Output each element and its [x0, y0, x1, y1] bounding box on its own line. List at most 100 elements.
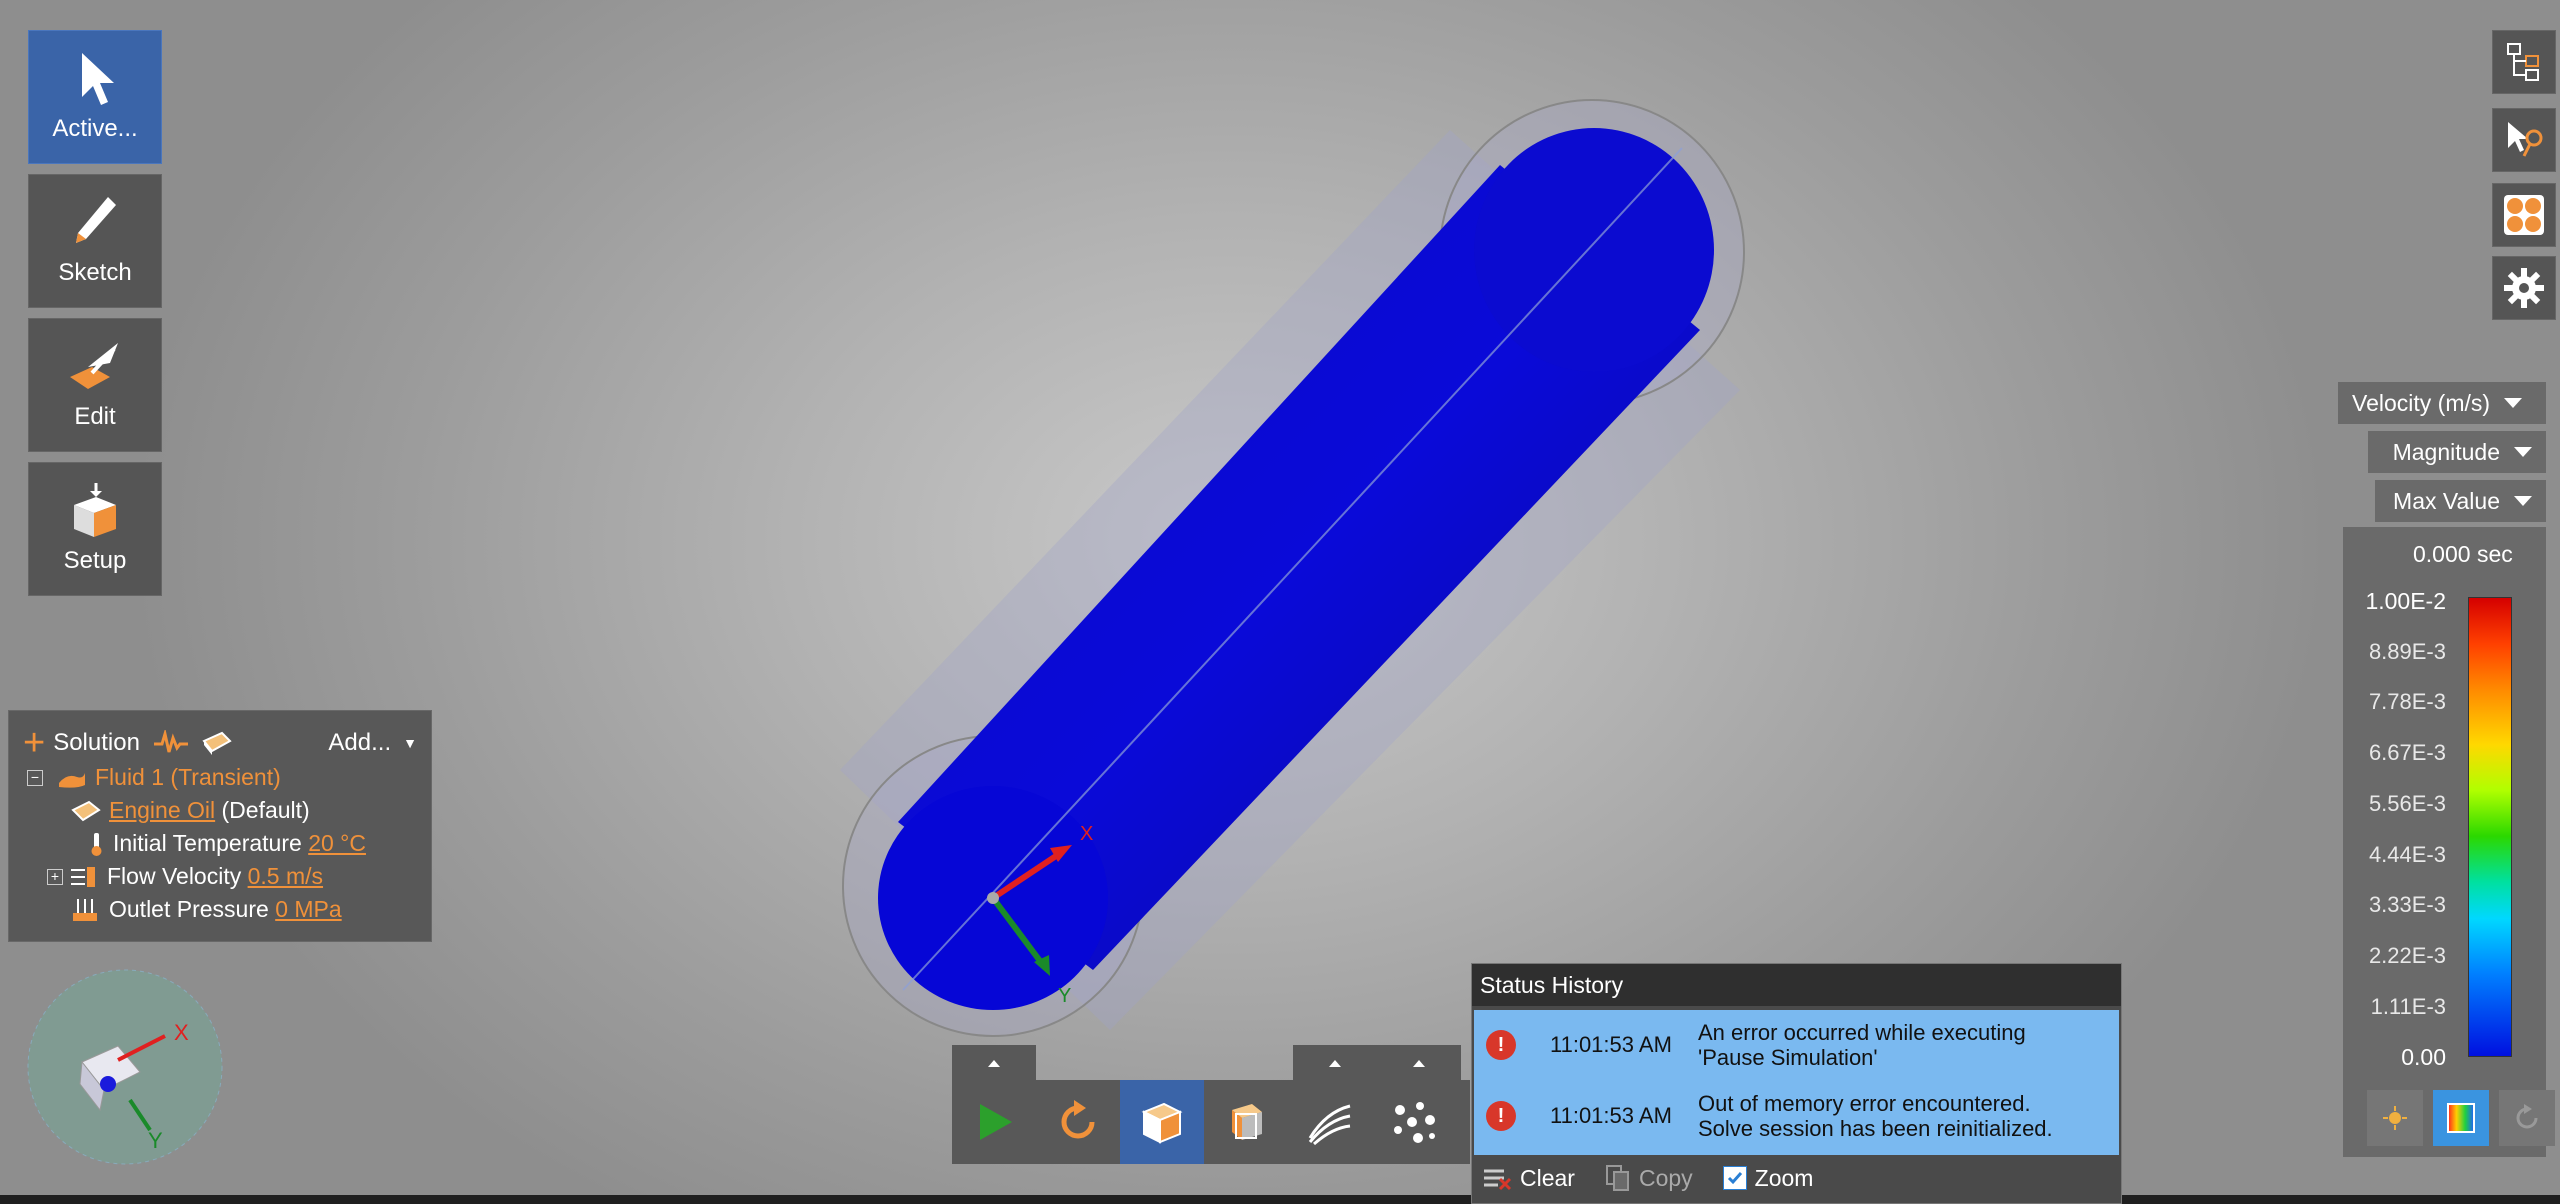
expand-icon[interactable]: + — [47, 868, 63, 885]
chevron-down-icon — [2514, 496, 2532, 506]
tree-material[interactable]: Engine Oil (Default) — [71, 794, 417, 827]
material-link[interactable]: Engine Oil — [109, 797, 215, 824]
status-actions: Clear Copy Zoom — [1482, 1164, 1843, 1192]
legend-tick-label: 3.33E-3 — [2368, 892, 2446, 918]
legend-tick-label: 2.22E-3 — [2368, 942, 2446, 968]
outlet-pressure-value[interactable]: 0 MPa — [275, 896, 341, 923]
chevron-up-icon — [1413, 1059, 1425, 1067]
tool-active-select[interactable]: Active... — [28, 30, 162, 164]
copy-button[interactable]: Copy — [1605, 1164, 1693, 1192]
chevron-down-icon — [2504, 398, 2523, 408]
zoom-label: Zoom — [1754, 1164, 1814, 1191]
legend-tick-label: 0.00 — [2401, 1044, 2446, 1071]
settings-button[interactable] — [2492, 256, 2556, 320]
streamlines-icon — [1308, 1104, 1351, 1146]
component-label: Magnitude — [2392, 438, 2500, 465]
select-pointer-button[interactable] — [2492, 108, 2556, 172]
clear-label: Clear — [1520, 1164, 1575, 1191]
tool-edit-label: Edit — [74, 403, 116, 430]
origin-y-label: Y — [1058, 985, 1071, 1007]
reset-legend-button[interactable] — [2499, 1090, 2555, 1146]
color-scale-button[interactable] — [2433, 1090, 2489, 1146]
range-mode-dropdown[interactable]: Max Value — [2375, 480, 2546, 522]
legend-tick-label: 5.56E-3 — [2368, 790, 2446, 816]
zoom-check-icon — [1722, 1166, 1747, 1190]
toolbar-expand-tab-3[interactable] — [1377, 1045, 1461, 1081]
pipe-model[interactable]: X Y X Y — [0, 0, 2560, 1195]
toolbar-expand-tab-2[interactable] — [1293, 1045, 1377, 1081]
tree-flow-velocity[interactable]: + Flow Velocity 0.5 m/s — [47, 860, 417, 893]
pencil-icon — [76, 197, 116, 243]
structure-tree-icon — [2507, 43, 2539, 81]
material-icon — [71, 800, 101, 821]
solution-tree-panel: + Solution Add... ▼ − Fluid 1 (Transient)… — [8, 710, 432, 942]
structure-tree-button[interactable] — [2492, 30, 2556, 94]
tool-sketch[interactable]: Sketch — [28, 174, 162, 308]
reset-icon — [2516, 1104, 2538, 1129]
add-dropdown[interactable]: Add... ▼ — [328, 729, 417, 757]
legend-tick-label: 1.00E-2 — [2365, 588, 2446, 614]
pipe-end-cap — [1474, 128, 1714, 372]
status-message-line2: Solve session has been reinitialized. — [1698, 1116, 2053, 1141]
tree-initial-temperature[interactable]: Initial Temperature 20 °C — [87, 827, 417, 860]
status-history-panel: Status History ! 11:01:53 AM An error oc… — [1471, 963, 2122, 1204]
view-cube[interactable] — [27, 969, 223, 1165]
tree-outlet-pressure[interactable]: Outlet Pressure 0 MPa — [71, 893, 417, 926]
particles-button[interactable] — [1372, 1080, 1456, 1164]
legend-tick-label: 7.78E-3 — [2368, 689, 2446, 715]
streamlines-button[interactable] — [1288, 1080, 1372, 1164]
legend-time: 0.000 sec — [2413, 541, 2513, 567]
status-time: 11:01:53 AM — [1550, 1103, 1672, 1128]
status-entry[interactable]: ! 11:01:53 AM Out of memory error encoun… — [1474, 1081, 2119, 1151]
material-icon[interactable] — [200, 729, 234, 757]
solution-title: Solution — [53, 729, 140, 756]
status-history-title: Status History — [1472, 964, 2121, 1006]
legend-tick-label: 8.89E-3 — [2368, 638, 2446, 664]
clear-button[interactable]: Clear — [1482, 1165, 1575, 1192]
flow-velocity-icon — [71, 866, 95, 887]
solid-view-button[interactable] — [1120, 1080, 1204, 1164]
flow-velocity-value[interactable]: 0.5 m/s — [248, 863, 323, 890]
add-solution-icon[interactable]: + — [23, 724, 45, 762]
toolbar-expand-tab-1[interactable] — [952, 1045, 1036, 1081]
reset-simulation-button[interactable] — [1036, 1080, 1120, 1164]
initial-temperature-label: Initial Temperature — [113, 830, 302, 856]
bottom-strip — [0, 1195, 2560, 1204]
chevron-up-icon — [988, 1059, 1000, 1067]
fluid-label: Fluid 1 (Transient) — [95, 764, 281, 790]
display-quad-button[interactable] — [2492, 183, 2556, 247]
initial-temperature-value[interactable]: 20 °C — [308, 830, 366, 857]
tree-fluid[interactable]: − Fluid 1 (Transient) — [27, 761, 417, 794]
play-button[interactable] — [952, 1080, 1036, 1164]
status-message: Out of memory error encountered. Solve se… — [1698, 1091, 2053, 1141]
variable-dropdown[interactable]: Velocity (m/s) — [2338, 382, 2546, 424]
chevron-up-icon — [1329, 1059, 1341, 1067]
status-time: 11:01:53 AM — [1550, 1032, 1672, 1057]
simulation-toolbar — [952, 1080, 1470, 1164]
chevron-down-icon — [2514, 447, 2532, 457]
display-quad-icon — [2504, 195, 2544, 235]
outlet-pressure-icon — [73, 898, 97, 921]
gizmo-x-label: X — [174, 1020, 189, 1045]
legend-tick-label: 4.44E-3 — [2368, 841, 2446, 867]
edit-pull-icon — [70, 343, 118, 389]
tool-setup[interactable]: Setup — [28, 462, 162, 596]
status-entry[interactable]: ! 11:01:53 AM An error occurred while ex… — [1474, 1010, 2119, 1080]
probe-button[interactable] — [2367, 1090, 2423, 1146]
flow-velocity-label: Flow Velocity — [107, 863, 242, 889]
fluid-icon — [59, 772, 85, 788]
3d-viewport[interactable]: X Y X Y — [0, 0, 2560, 1195]
status-message-line1: Out of memory error encountered. — [1698, 1091, 2031, 1116]
cursor-arrow-icon — [82, 53, 114, 105]
particles-icon — [1394, 1102, 1435, 1143]
zoom-checkbox[interactable]: Zoom — [1722, 1164, 1814, 1192]
section-plane-button[interactable] — [1204, 1080, 1288, 1164]
component-dropdown[interactable]: Magnitude — [2368, 431, 2546, 473]
tool-edit[interactable]: Edit — [28, 318, 162, 452]
copy-label: Copy — [1638, 1164, 1693, 1191]
waveform-icon[interactable] — [153, 730, 188, 756]
material-suffix: (Default) — [221, 797, 310, 823]
collapse-icon[interactable]: − — [27, 769, 43, 786]
error-icon: ! — [1486, 1101, 1516, 1131]
color-scale-icon — [2447, 1103, 2475, 1133]
